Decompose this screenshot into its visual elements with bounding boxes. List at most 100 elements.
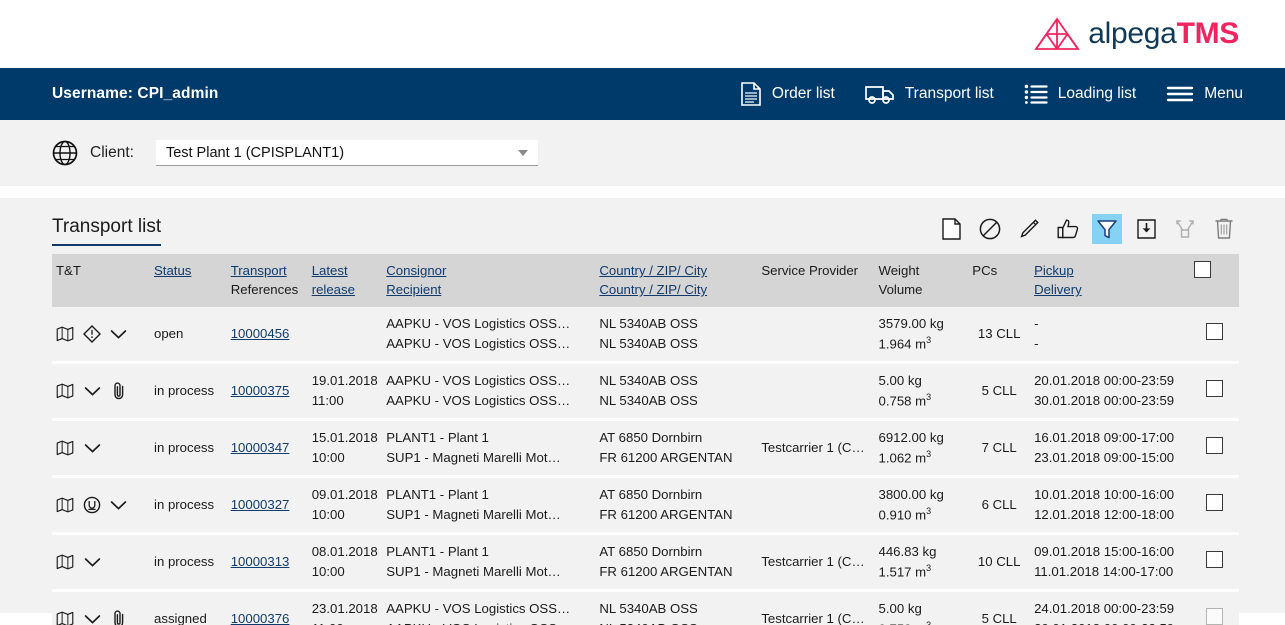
cell-select[interactable] xyxy=(1190,363,1239,420)
service-provider-text: Testcarrier 1 (C… xyxy=(761,440,864,455)
chevron-down-icon[interactable] xyxy=(83,614,101,625)
paperclip-icon[interactable] xyxy=(110,609,128,625)
row-select-checkbox[interactable] xyxy=(1206,380,1223,397)
transport-ref-link[interactable]: 10000313 xyxy=(231,554,290,569)
transport-list-table: T&T Status Transport References Latest r… xyxy=(52,254,1239,625)
column-header-pickup-line1[interactable]: Pickup xyxy=(1034,263,1074,278)
recipient-text: SUP1 - Magneti Marelli Mot… xyxy=(386,562,591,582)
cancel-button[interactable] xyxy=(975,214,1005,244)
funnel-icon xyxy=(1096,218,1118,240)
chevron-down-icon[interactable] xyxy=(83,557,101,568)
map-icon[interactable] xyxy=(56,495,74,515)
transport-ref-link[interactable]: 10000456 xyxy=(231,326,290,341)
export-button[interactable] xyxy=(1131,214,1161,244)
column-header-tt[interactable]: T&T xyxy=(52,254,150,307)
trash-icon xyxy=(1214,218,1234,240)
table-row[interactable]: in process1000034715.01.201810:00PLANT1 … xyxy=(52,420,1239,477)
edit-button[interactable] xyxy=(1014,214,1044,244)
row-select-checkbox[interactable] xyxy=(1206,437,1223,454)
table-row[interactable]: in process1000031308.01.201810:00PLANT1 … xyxy=(52,534,1239,591)
circled-u-icon[interactable] xyxy=(83,496,101,514)
pcs-text: 5 CLL xyxy=(982,611,1017,625)
cell-transport-ref[interactable]: 10000375 xyxy=(227,363,308,420)
column-header-select-all[interactable] xyxy=(1190,254,1239,307)
chevron-down-icon[interactable] xyxy=(83,443,101,454)
cell-select[interactable] xyxy=(1190,420,1239,477)
cell-latest-release: 19.01.201811:00 xyxy=(308,363,383,420)
row-select-checkbox[interactable] xyxy=(1206,494,1223,511)
cell-select[interactable] xyxy=(1190,477,1239,534)
column-header-transport-references[interactable]: Transport References xyxy=(227,254,308,307)
transport-ref-link[interactable]: 10000347 xyxy=(231,440,290,455)
column-header-status-line1[interactable]: Status xyxy=(154,263,191,278)
row-select-checkbox[interactable] xyxy=(1206,551,1223,568)
map-icon[interactable] xyxy=(56,381,74,401)
cell-transport-ref[interactable]: 10000347 xyxy=(227,420,308,477)
nav-item-menu-label: Menu xyxy=(1204,85,1243,103)
column-header-pickup-delivery[interactable]: Pickup Delivery xyxy=(1030,254,1190,307)
pcs-text: 7 CLL xyxy=(982,440,1017,455)
delete-button[interactable] xyxy=(1209,214,1239,244)
alpega-triangles-logo-icon xyxy=(1034,17,1080,51)
transport-ref-link[interactable]: 10000375 xyxy=(231,383,290,398)
delivery-text: 12.01.2018 12:00-18:00 xyxy=(1034,505,1186,525)
nav-item-loading-list[interactable]: Loading list xyxy=(1024,83,1136,105)
column-header-consignor-recipient[interactable]: Consignor Recipient xyxy=(382,254,595,307)
cell-service-provider xyxy=(757,477,874,534)
column-header-latest-line1[interactable]: Latest xyxy=(312,263,348,278)
cell-transport-ref[interactable]: 10000456 xyxy=(227,307,308,362)
cell-transport-ref[interactable]: 10000376 xyxy=(227,591,308,625)
cell-pcs: 7 CLL xyxy=(968,420,1030,477)
column-header-latest-release[interactable]: Latest release xyxy=(308,254,383,307)
column-header-country-zip-city[interactable]: Country / ZIP/ City Country / ZIP/ City xyxy=(595,254,757,307)
table-row[interactable]: assigned1000037623.01.201811:00AAPKU - V… xyxy=(52,591,1239,625)
cell-select[interactable] xyxy=(1190,591,1239,625)
column-header-country1-line1[interactable]: Country / ZIP/ City xyxy=(599,263,707,278)
cell-transport-ref[interactable]: 10000313 xyxy=(227,534,308,591)
client-select[interactable]: Test Plant 1 (CPISPLANT1) xyxy=(156,140,538,166)
truck-icon xyxy=(865,83,895,105)
nav-item-order-list[interactable]: Order list xyxy=(740,82,835,106)
map-icon[interactable] xyxy=(56,438,74,458)
new-document-button[interactable] xyxy=(936,214,966,244)
cell-status: in process xyxy=(150,363,227,420)
column-header-release-line2[interactable]: release xyxy=(312,280,379,299)
paperclip-icon[interactable] xyxy=(110,381,128,401)
column-header-transport-line1[interactable]: Transport xyxy=(231,263,287,278)
cell-select[interactable] xyxy=(1190,307,1239,362)
column-header-recipient-line2[interactable]: Recipient xyxy=(386,280,591,299)
weight-text: 6912.00 kg xyxy=(879,428,965,448)
table-row[interactable]: open10000456AAPKU - VOS Logistics OSS…AA… xyxy=(52,307,1239,362)
nav-item-menu[interactable]: Menu xyxy=(1166,84,1243,104)
nav-item-transport-list[interactable]: Transport list xyxy=(865,83,994,105)
map-icon[interactable] xyxy=(56,324,74,344)
cell-service-provider xyxy=(757,363,874,420)
table-row[interactable]: in process1000032709.01.201810:00PLANT1 … xyxy=(52,477,1239,534)
cell-transport-ref[interactable]: 10000327 xyxy=(227,477,308,534)
country-to-text: NL 5340AB OSS xyxy=(599,334,753,354)
transport-ref-link[interactable]: 10000327 xyxy=(231,497,290,512)
chevron-down-icon[interactable] xyxy=(83,386,101,397)
cell-pickup-delivery: 10.01.2018 10:00-16:0012.01.2018 12:00-1… xyxy=(1030,477,1190,534)
column-header-consignor-line1[interactable]: Consignor xyxy=(386,263,446,278)
table-row[interactable]: in process1000037519.01.201811:00AAPKU -… xyxy=(52,363,1239,420)
approve-button[interactable] xyxy=(1053,214,1083,244)
column-header-status[interactable]: Status xyxy=(150,254,227,307)
cell-select[interactable] xyxy=(1190,534,1239,591)
row-select-checkbox[interactable] xyxy=(1206,323,1223,340)
map-icon[interactable] xyxy=(56,552,74,572)
column-header-delivery-line2[interactable]: Delivery xyxy=(1034,280,1186,299)
row-select-checkbox xyxy=(1206,608,1223,625)
select-all-checkbox[interactable] xyxy=(1194,261,1211,278)
chevron-down-icon[interactable] xyxy=(110,329,127,340)
column-header-country2-line2[interactable]: Country / ZIP/ City xyxy=(599,280,753,299)
diamond-warning-icon[interactable] xyxy=(83,325,101,343)
chevron-down-icon[interactable] xyxy=(110,500,127,511)
map-icon[interactable] xyxy=(56,609,74,625)
transport-ref-link[interactable]: 10000376 xyxy=(231,611,290,625)
weight-text: 5.00 kg xyxy=(879,371,965,391)
weight-text: 5.00 kg xyxy=(879,599,965,619)
filter-button[interactable] xyxy=(1092,214,1122,244)
cell-service-provider: Testcarrier 1 (C… xyxy=(757,534,874,591)
merge-button[interactable] xyxy=(1170,214,1200,244)
